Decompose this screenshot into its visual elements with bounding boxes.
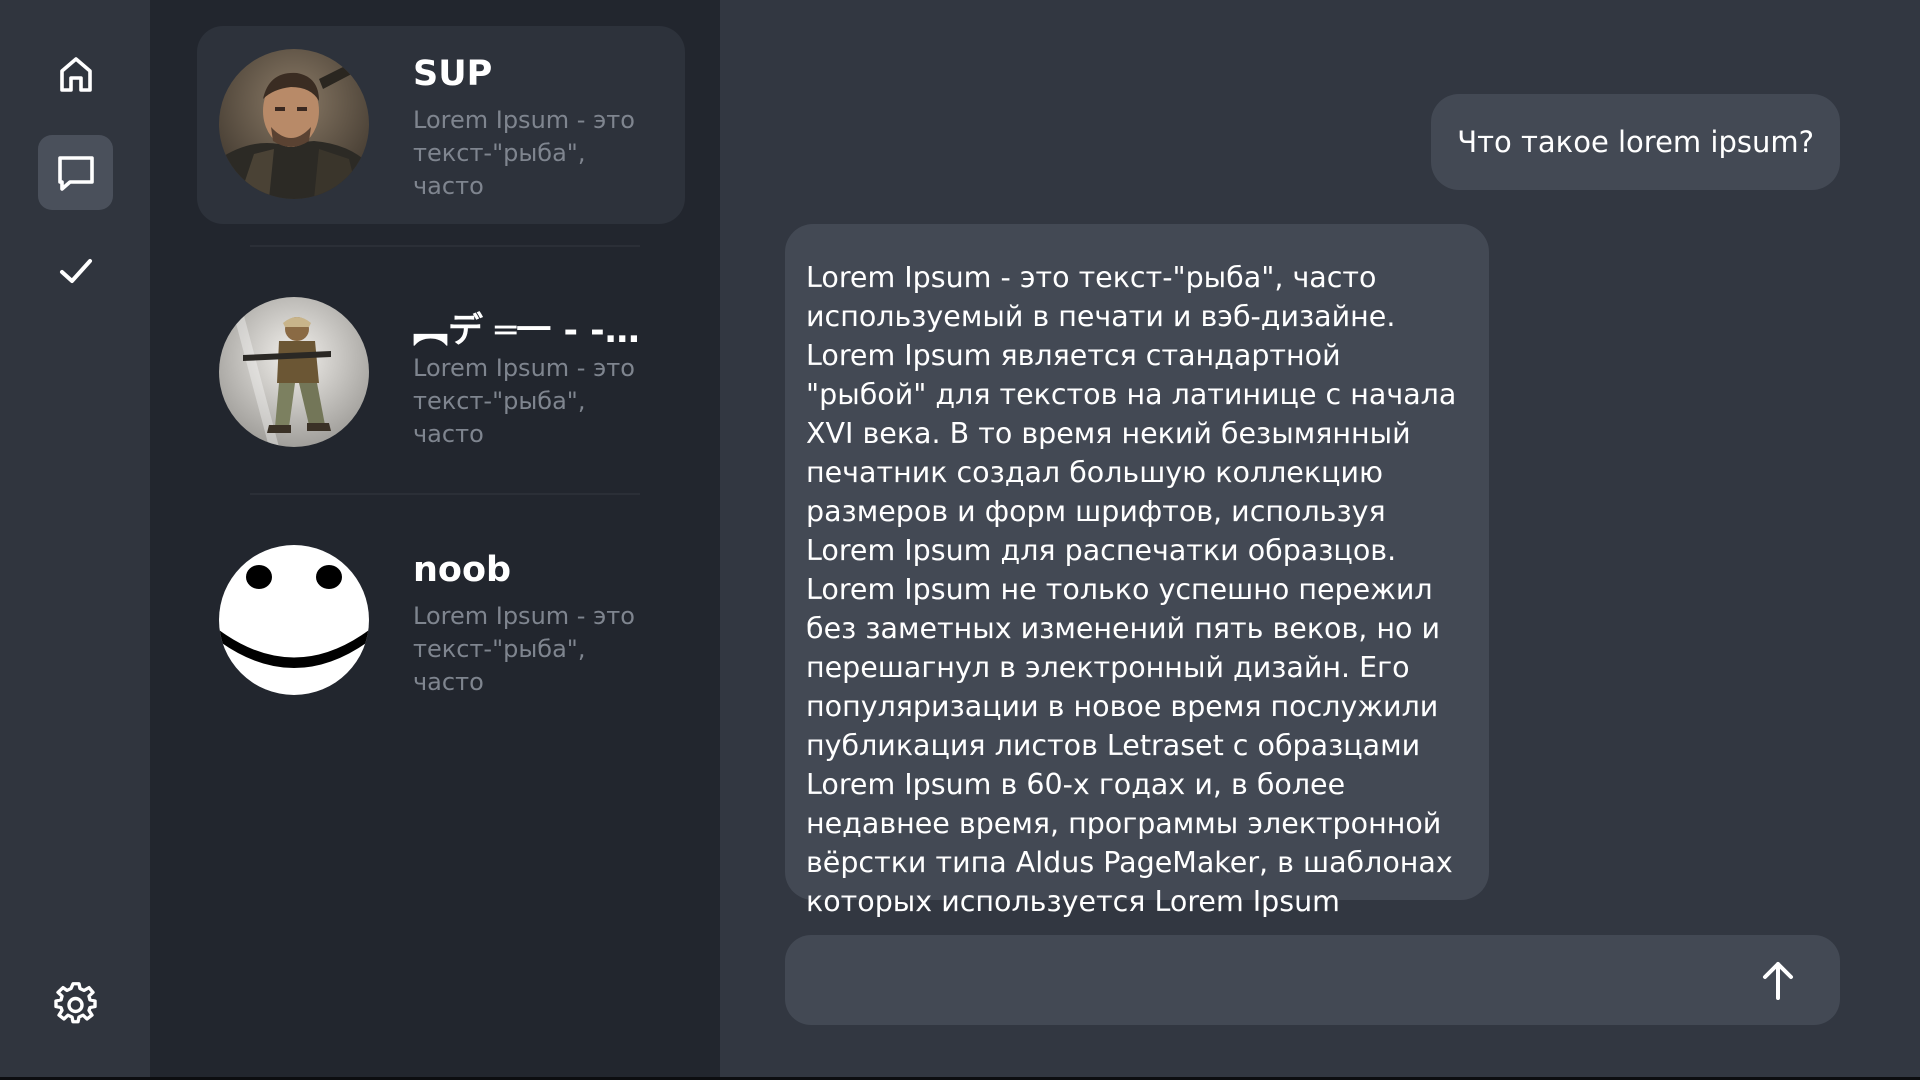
chat-bubble-icon: [57, 155, 94, 191]
chat-name: noob: [413, 550, 512, 590]
chat-preview: Lorem Ipsum - это текст-"рыба", часто ис…: [413, 106, 635, 200]
chat-name: SUP: [413, 54, 493, 94]
arrow-up-icon: [1763, 962, 1793, 1000]
chat-preview: Lorem Ipsum - это текст-"рыба", часто ис…: [413, 602, 635, 696]
checkmark-icon: [59, 258, 92, 283]
chat-name: ︻デ ═一 - - ...: [413, 311, 643, 351]
message-input[interactable]: [811, 935, 1735, 1027]
send-button[interactable]: [1752, 954, 1804, 1006]
nav-chats-button[interactable]: [38, 135, 113, 210]
divider: [250, 493, 640, 495]
smiley-avatar-icon: [219, 545, 369, 695]
assistant-message-bubble: Lorem Ipsum - это текст-"рыба", часто ис…: [785, 224, 1489, 918]
chat-list-item[interactable]: ︻デ ═一 - - ... Lorem Ipsum - это текст-"р…: [197, 274, 685, 472]
divider: [250, 245, 640, 247]
avatar: [219, 49, 369, 199]
nav-tasks-button[interactable]: [38, 233, 113, 308]
chat-list-item[interactable]: noob Lorem Ipsum - это текст-"рыба", час…: [197, 522, 685, 720]
avatar: [219, 545, 369, 695]
nav-rail: [0, 0, 150, 1077]
conversation-pane: Что такое lorem ipsum? Lorem Ipsum - это…: [720, 0, 1920, 1077]
home-icon: [59, 56, 92, 92]
user-message-bubble: Что такое lorem ipsum?: [1431, 94, 1840, 190]
messenger-app: SUP Lorem Ipsum - это текст-"рыба", част…: [0, 0, 1920, 1077]
avatar: [219, 297, 369, 447]
chat-list-item[interactable]: SUP Lorem Ipsum - это текст-"рыба", част…: [197, 26, 685, 224]
chat-list: SUP Lorem Ipsum - это текст-"рыба", част…: [150, 0, 720, 1077]
gear-icon: [53, 981, 97, 1023]
gunman-avatar-icon: [219, 297, 369, 447]
chat-preview: Lorem Ipsum - это текст-"рыба", часто ис…: [413, 354, 635, 448]
nav-home-button[interactable]: [38, 36, 113, 111]
soldier-avatar-icon: [219, 49, 369, 199]
message-composer: [785, 935, 1840, 1027]
settings-button[interactable]: [38, 966, 113, 1041]
